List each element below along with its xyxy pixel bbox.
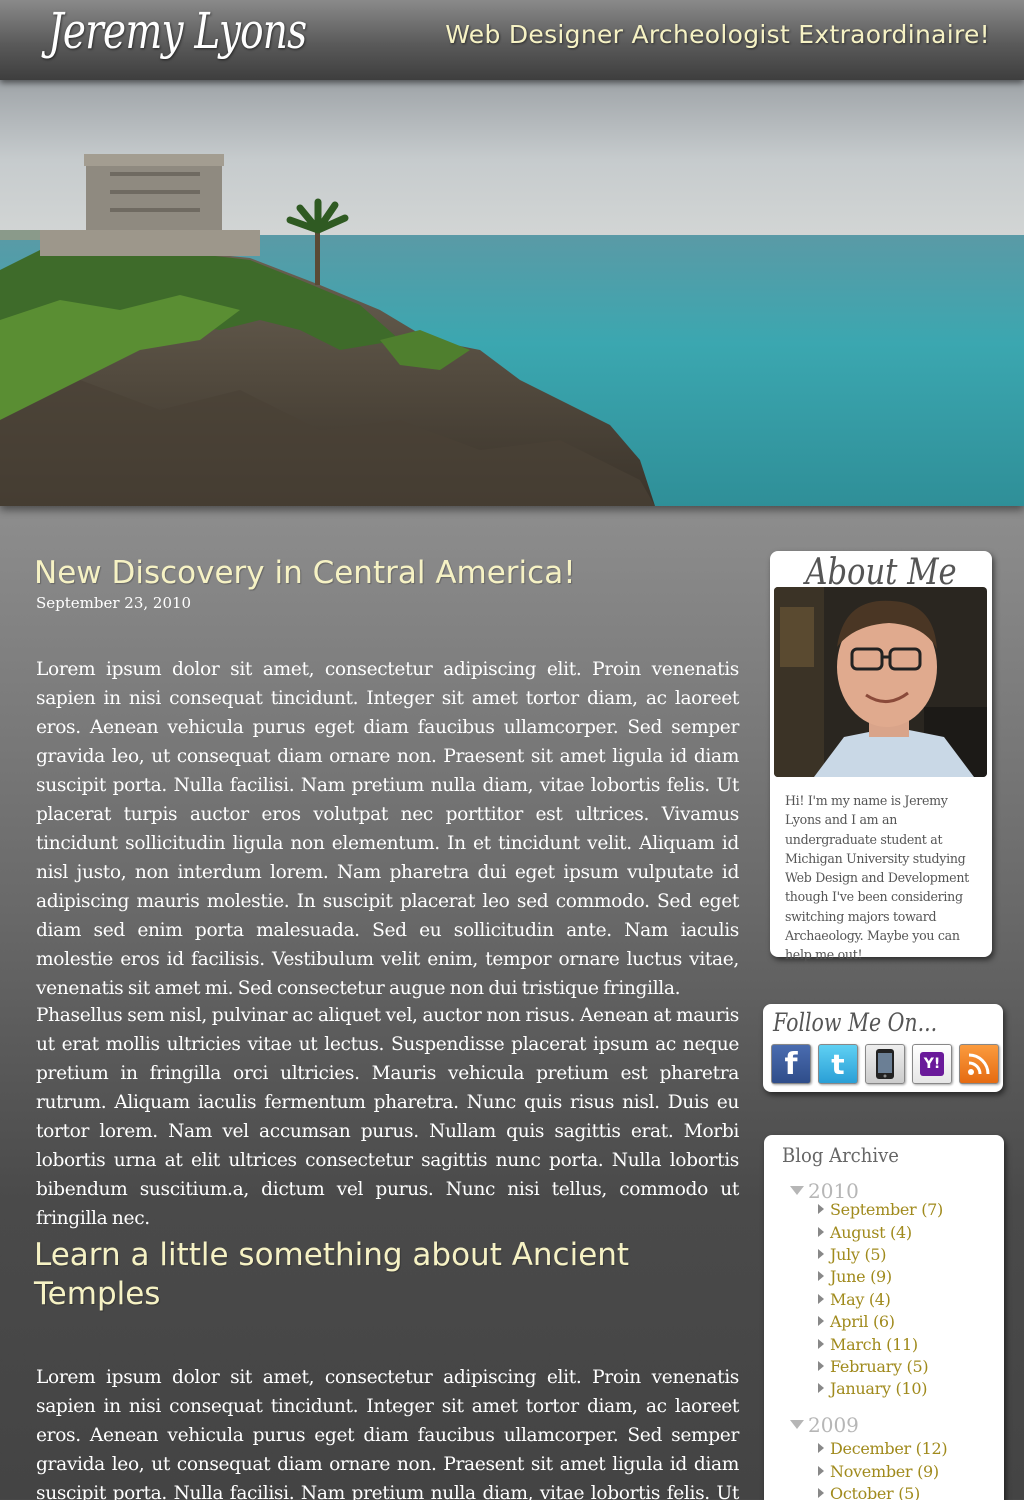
archive-month[interactable]: March (11): [818, 1335, 918, 1354]
facebook-icon[interactable]: f: [771, 1044, 811, 1084]
triangle-right-icon: [818, 1271, 824, 1281]
triangle-right-icon: [818, 1249, 824, 1259]
site-header: Jeremy Lyons Web Designer Archeologist E…: [0, 0, 1024, 80]
profile-photo: [774, 587, 987, 777]
post-paragraph: Lorem ipsum dolor sit amet, consectetur …: [36, 659, 739, 999]
archive-month[interactable]: August (4): [818, 1223, 912, 1242]
triangle-right-icon: [818, 1204, 824, 1214]
triangle-down-icon: [790, 1420, 804, 1429]
triangle-right-icon: [818, 1383, 824, 1393]
archive-year-2009[interactable]: 2009: [790, 1413, 859, 1437]
site-title[interactable]: Jeremy Lyons: [48, 2, 307, 60]
triangle-right-icon: [818, 1227, 824, 1237]
archive-month[interactable]: October (5): [818, 1484, 920, 1500]
rss-icon[interactable]: [959, 1044, 999, 1084]
social-icons: f t Y!: [771, 1044, 999, 1084]
archive-month[interactable]: June (9): [818, 1267, 892, 1286]
about-me-text: Hi! I'm my name is Jeremy Lyons and I am…: [785, 793, 969, 963]
archive-month[interactable]: December (12): [818, 1439, 948, 1458]
archive-month[interactable]: July (5): [818, 1245, 887, 1264]
yahoo-label: Y!: [919, 1052, 945, 1076]
follow-me-title: Follow Me On...: [773, 1008, 938, 1037]
post-title[interactable]: New Discovery in Central America!: [34, 554, 576, 593]
triangle-right-icon: [818, 1361, 824, 1371]
about-me-card: About Me Hi! I'm my name is Jeremy Lyons…: [770, 551, 992, 962]
blog-archive-card: Blog Archive 2010 September (7) August (…: [764, 1135, 1004, 1500]
archive-month[interactable]: April (6): [818, 1312, 895, 1331]
triangle-down-icon: [790, 1186, 804, 1195]
post-date: September 23, 2010: [36, 594, 192, 612]
triangle-right-icon: [818, 1443, 824, 1453]
post-title[interactable]: Learn a little something about Ancient T…: [34, 1236, 654, 1314]
twitter-icon[interactable]: t: [818, 1044, 858, 1084]
hero-image: [0, 80, 1024, 506]
triangle-right-icon: [818, 1294, 824, 1304]
triangle-right-icon: [818, 1466, 824, 1476]
archive-month[interactable]: February (5): [818, 1357, 929, 1376]
follow-me-card: Follow Me On... f t Y!: [763, 1004, 1003, 1092]
triangle-right-icon: [818, 1488, 824, 1498]
triangle-right-icon: [818, 1339, 824, 1349]
archive-month[interactable]: May (4): [818, 1290, 891, 1309]
blog-archive-title: Blog Archive: [782, 1143, 899, 1167]
archive-month[interactable]: January (10): [818, 1379, 927, 1398]
phone-icon[interactable]: [865, 1044, 905, 1084]
archive-month[interactable]: November (9): [818, 1462, 939, 1481]
post-paragraph: Phasellus sem nisl, pulvinar ac aliquet …: [36, 1005, 739, 1229]
archive-month[interactable]: September (7): [818, 1200, 943, 1219]
post-paragraph: Lorem ipsum dolor sit amet, consectetur …: [36, 1367, 739, 1500]
triangle-right-icon: [818, 1316, 824, 1326]
yahoo-icon[interactable]: Y!: [912, 1044, 952, 1084]
site-tagline: Web Designer Archeologist Extraordinaire…: [445, 20, 990, 49]
